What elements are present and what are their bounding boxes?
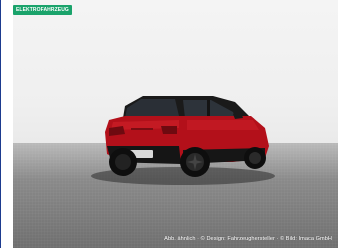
red-suv-image — [91, 96, 275, 185]
image-copyright-caption: Abb. ähnlich · © Design: Fahrzeugherstel… — [164, 236, 332, 242]
left-frame-border — [0, 0, 1, 248]
electric-vehicle-badge: ELEKTROFAHRZEUG — [13, 5, 72, 15]
vehicle-photo[interactable]: ELEKTROFAHRZEUG Abb. ähnlich · © Design:… — [13, 0, 338, 248]
